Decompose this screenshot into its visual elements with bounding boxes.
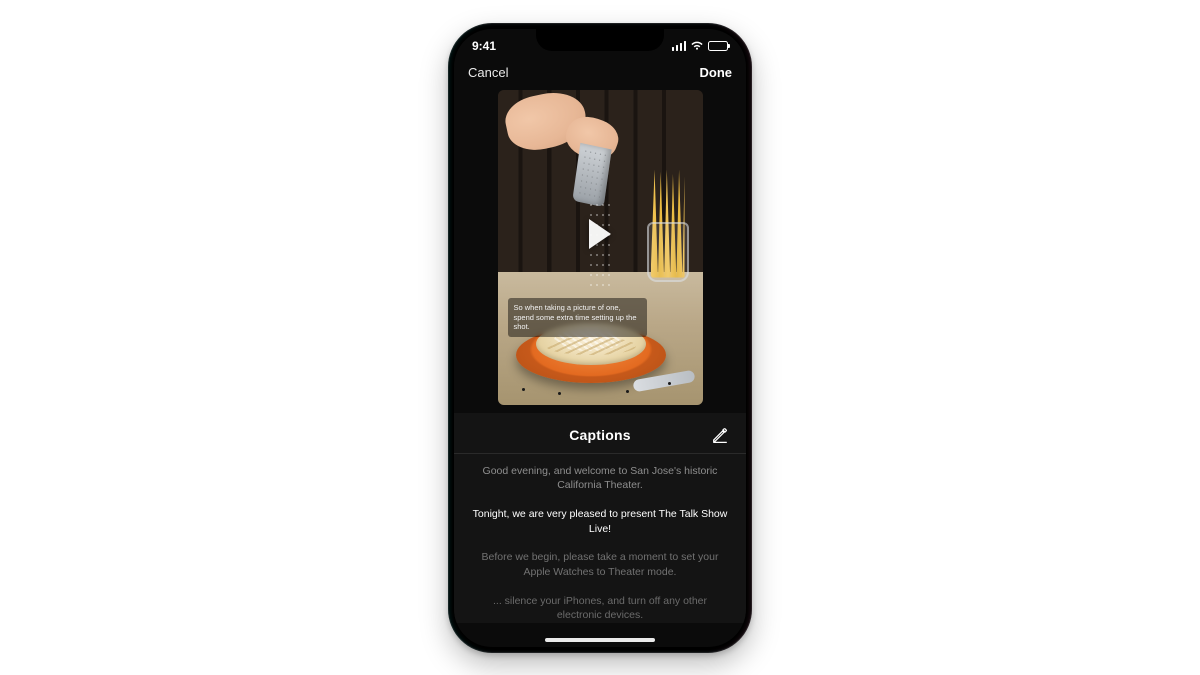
pencil-icon <box>711 426 729 444</box>
caption-line[interactable]: Good evening, and welcome to San Jose's … <box>472 464 728 493</box>
pepper-speck <box>522 388 525 391</box>
edit-captions-button[interactable] <box>710 425 730 445</box>
pepper-speck <box>558 392 561 395</box>
captions-list[interactable]: Good evening, and welcome to San Jose's … <box>468 454 732 624</box>
captions-heading: Captions <box>569 427 631 443</box>
caption-line[interactable]: Before we begin, please take a moment to… <box>472 550 728 579</box>
play-icon[interactable] <box>589 219 611 249</box>
captions-panel: Captions Good evening, and welcome to Sa… <box>454 413 746 624</box>
nav-bar: Cancel Done <box>454 61 746 88</box>
caption-line-active[interactable]: Tonight, we are very pleased to present … <box>472 507 728 536</box>
wifi-icon <box>690 40 704 51</box>
pepper-speck <box>668 382 671 385</box>
pepper-speck <box>626 390 629 393</box>
phone-frame: 9:41 Cancel Done <box>448 23 752 653</box>
video-overlay-caption: So when taking a picture of one, spend s… <box>508 298 647 336</box>
status-time: 9:41 <box>472 39 496 53</box>
caption-line[interactable]: ... silence your iPhones, and turn off a… <box>472 594 728 623</box>
captions-header: Captions <box>468 423 732 453</box>
home-indicator[interactable] <box>545 638 655 642</box>
preview-spaghetti-jar <box>645 172 691 282</box>
phone-notch <box>536 29 664 51</box>
done-button[interactable]: Done <box>700 65 733 80</box>
battery-icon <box>708 41 728 51</box>
video-preview[interactable]: So when taking a picture of one, spend s… <box>498 90 703 405</box>
stage: 9:41 Cancel Done <box>0 0 1200 675</box>
cancel-button[interactable]: Cancel <box>468 65 508 80</box>
phone-screen: 9:41 Cancel Done <box>454 29 746 647</box>
cellular-signal-icon <box>672 41 687 51</box>
video-preview-container: So when taking a picture of one, spend s… <box>454 88 746 413</box>
status-right-cluster <box>672 40 729 51</box>
